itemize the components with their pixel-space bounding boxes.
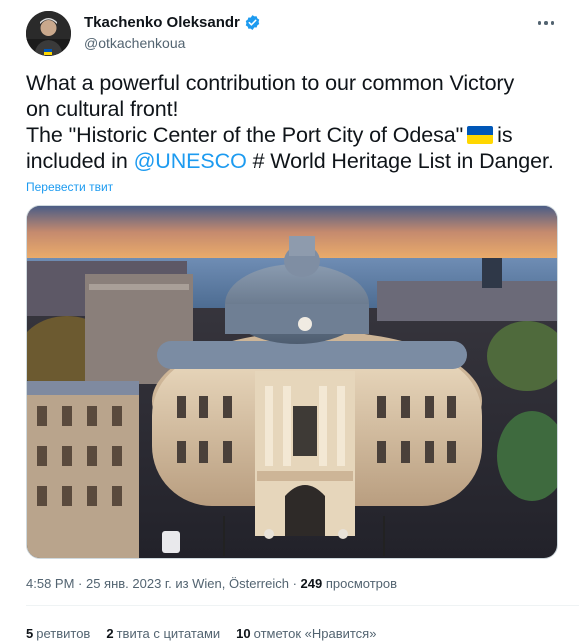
- retweets-count: 5: [26, 626, 34, 641]
- likes-label: отметок «Нравится»: [253, 626, 377, 641]
- ukraine-flag-icon: [467, 126, 494, 144]
- author-name-row: Tkachenko Oleksandr: [84, 14, 261, 31]
- avatar[interactable]: [26, 11, 71, 56]
- author-display-name[interactable]: Tkachenko Oleksandr: [84, 14, 240, 31]
- tweet-meta: 4:58 PM · 25 янв. 2023 г. из Wien, Öster…: [26, 576, 397, 591]
- views-label: просмотров: [322, 576, 398, 591]
- tweet-text-line-3-b: is: [497, 123, 513, 147]
- tweet-date[interactable]: 25 янв. 2023 г.: [86, 576, 172, 591]
- tweet: Tkachenko Oleksandr @otkachenkoua What a…: [0, 0, 579, 641]
- tweet-text-line-4: included in @UNESCO # World Heritage Lis…: [26, 148, 566, 174]
- retweets-stat[interactable]: 5 ретвитов: [26, 626, 90, 641]
- likes-count: 10: [236, 626, 251, 641]
- quotes-label: твита с цитатами: [116, 626, 221, 641]
- views-count: 249: [300, 576, 323, 591]
- tweet-text-line-2: on cultural front!: [26, 97, 179, 121]
- divider: [26, 605, 579, 606]
- more-options-icon[interactable]: [532, 12, 560, 34]
- translate-tweet-link[interactable]: Перевести твит: [26, 180, 113, 194]
- tweet-photo[interactable]: [26, 205, 558, 559]
- meta-separator-2: ·: [288, 576, 301, 591]
- tweet-text: What a powerful contribution to our comm…: [26, 70, 566, 174]
- quote-tweets-stat[interactable]: 2 твита с цитатами: [106, 626, 220, 641]
- tweet-text-line-3-a: The "Historic Center of the Port City of…: [26, 123, 464, 147]
- tweet-location: из Wien, Österreich: [171, 576, 289, 591]
- tweet-text-line-1: What a powerful contribution to our comm…: [26, 71, 515, 95]
- tweet-stats: 5 ретвитов 2 твита с цитатами 10 отметок «Н…: [26, 626, 376, 641]
- retweets-label: ретвитов: [36, 626, 91, 641]
- author-handle[interactable]: @otkachenkoua: [84, 35, 185, 51]
- meta-separator-1: ·: [74, 576, 86, 591]
- verified-badge-icon: [244, 14, 261, 31]
- unesco-mention-link[interactable]: @UNESCO: [134, 149, 247, 173]
- tweet-text-line-4-suffix: # World Heritage List in Danger.: [246, 149, 554, 173]
- tweet-time[interactable]: 4:58 PM: [26, 576, 74, 591]
- tweet-text-line-4-prefix: included in: [26, 149, 134, 173]
- tweet-text-line-3: The "Historic Center of the Port City of…: [26, 122, 566, 148]
- likes-stat[interactable]: 10 отметок «Нравится»: [236, 626, 376, 641]
- odesa-opera-theatre-image: [27, 206, 557, 558]
- quotes-count: 2: [106, 626, 114, 641]
